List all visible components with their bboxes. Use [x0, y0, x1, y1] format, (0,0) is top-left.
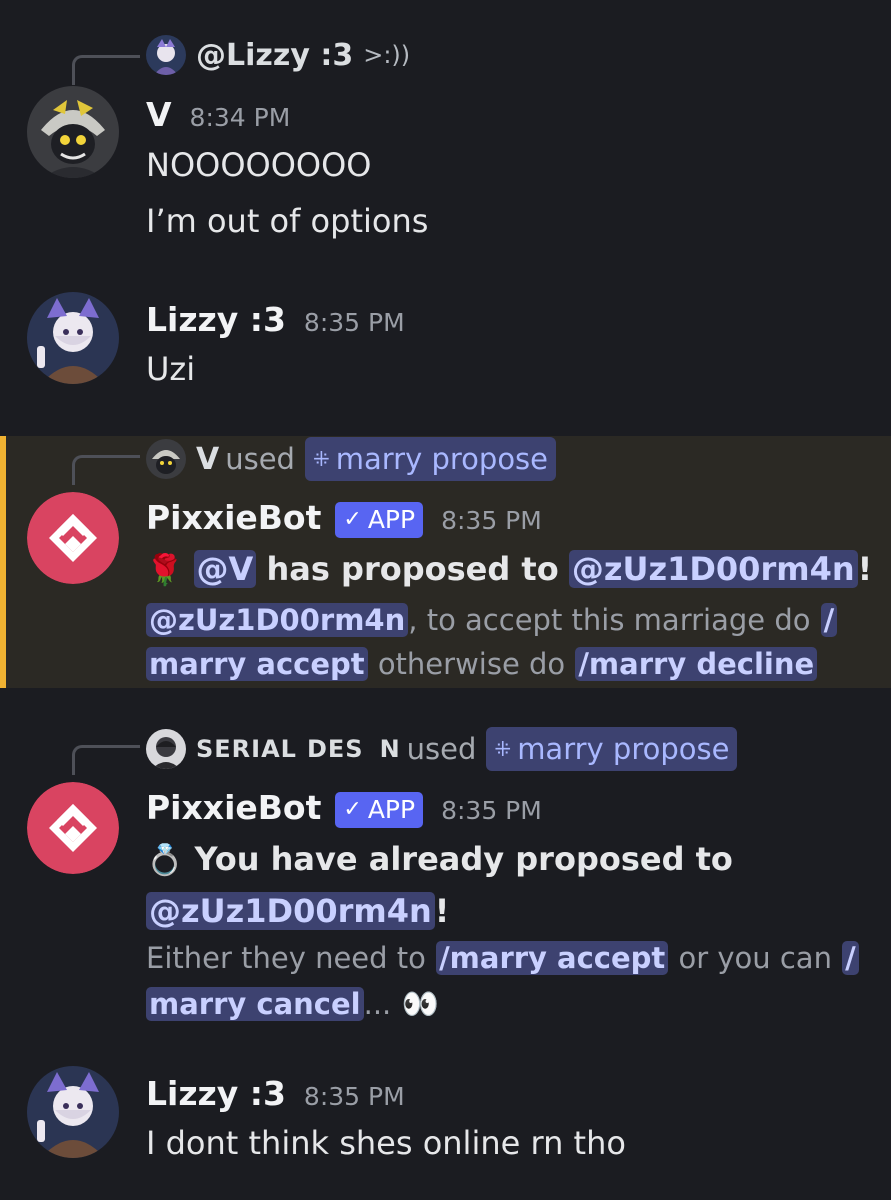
slash-command[interactable]: /marry accept — [436, 941, 669, 975]
user-mention[interactable]: @zUz1D00rm4n — [146, 892, 435, 930]
message-v[interactable]: @Lizzy :3 >:)) V 8:34 PM NOOOOOOOO I’m o… — [0, 0, 891, 260]
reply-text: >:)) — [363, 41, 411, 69]
already-text: You have already proposed to — [194, 840, 733, 878]
either-text: Either they need to — [146, 941, 426, 975]
message-header: PixxieBot ✓ APP 8:35 PM — [146, 788, 542, 831]
reply-author[interactable]: @Lizzy :3 — [196, 38, 353, 73]
eyes-emoji: 👀 — [401, 987, 439, 1022]
pixxiebot-avatar[interactable] — [27, 782, 119, 874]
checkmark-icon: ✓ — [343, 797, 362, 822]
message-line: 💍 You have already proposed to — [146, 840, 733, 878]
interaction-preview[interactable]: SERIAL DES N used ⁜ marry propose — [146, 726, 738, 772]
interaction-user-part[interactable]: DES — [307, 735, 364, 763]
message-line: Uzi — [146, 350, 196, 388]
message-header: Lizzy :3 8:35 PM — [146, 1074, 405, 1113]
author-name[interactable]: PixxieBot — [146, 498, 321, 537]
message-line: I’m out of options — [146, 202, 429, 240]
message-header: Lizzy :3 8:35 PM — [146, 300, 405, 339]
exclaim: ! — [857, 550, 873, 588]
timestamp: 8:35 PM — [303, 1082, 405, 1111]
pixxiebot-avatar[interactable] — [27, 492, 119, 584]
timestamp: 8:34 PM — [189, 103, 291, 132]
command-name: marry propose — [335, 442, 549, 476]
lizzy-avatar[interactable] — [27, 292, 119, 384]
user-mention[interactable]: @zUz1D00rm4n — [568, 550, 858, 588]
slash-command-icon: ⁜ — [494, 737, 512, 761]
slash-command[interactable]: marry cancel — [146, 987, 364, 1021]
ellipsis: ... — [363, 987, 392, 1021]
rose-emoji: 🌹 — [146, 553, 184, 588]
serial-mini-avatar[interactable] — [146, 729, 186, 769]
chat-log: @Lizzy :3 >:)) V 8:34 PM NOOOOOOOO I’m o… — [0, 0, 891, 1200]
author-name[interactable]: V — [146, 95, 172, 134]
interaction-user[interactable]: SERIAL — [196, 735, 297, 763]
message-line: @zUz1D00rm4n! — [146, 892, 449, 930]
timestamp: 8:35 PM — [441, 506, 542, 535]
message-line: Either they need to /marry accept or you… — [146, 938, 859, 976]
ring-emoji: 💍 — [146, 843, 184, 878]
message-header: PixxieBot ✓ APP 8:35 PM — [146, 498, 542, 541]
interaction-user-part[interactable]: N — [380, 735, 401, 763]
checkmark-icon: ✓ — [343, 507, 362, 532]
message-line: NOOOOOOOO — [146, 146, 372, 184]
app-badge-label: APP — [367, 505, 416, 534]
author-name[interactable]: Lizzy :3 — [146, 300, 286, 339]
interaction-user[interactable]: V — [196, 442, 219, 477]
slash-command[interactable]: /marry decline — [575, 647, 818, 681]
v-avatar[interactable] — [27, 86, 119, 178]
message-pixxiebot-already[interactable]: SERIAL DES N used ⁜ marry propose Pixxie… — [0, 726, 891, 1026]
user-mention[interactable]: @zUz1D00rm4n — [146, 603, 409, 637]
slash-command[interactable]: / — [842, 941, 859, 975]
app-badge: ✓ APP — [335, 501, 424, 538]
command-name: marry propose — [517, 732, 730, 766]
interaction-used-label: used — [225, 442, 295, 476]
message-lizzy[interactable]: Lizzy :3 8:35 PM Uzi — [0, 280, 891, 420]
slash-command-icon: ⁜ — [312, 447, 330, 471]
slash-command[interactable]: / — [820, 603, 838, 637]
author-name[interactable]: PixxieBot — [146, 788, 321, 827]
message-pixxiebot-propose[interactable]: V used ⁜ marry propose PixxieBot ✓ APP 8… — [0, 436, 891, 688]
author-name[interactable]: Lizzy :3 — [146, 1074, 286, 1113]
message-header: V 8:34 PM — [146, 95, 290, 134]
exclaim: ! — [434, 892, 450, 930]
reply-connector — [72, 455, 140, 485]
command-pill[interactable]: ⁜ marry propose — [486, 727, 738, 771]
timestamp: 8:35 PM — [303, 308, 405, 337]
proposal-text: has proposed to — [266, 550, 559, 588]
message-line: marry cancel... 👀 — [146, 984, 439, 1022]
slash-command[interactable]: marry accept — [146, 647, 368, 681]
otherwise-text: otherwise do — [377, 647, 566, 681]
message-line: marry accept otherwise do /marry decline — [146, 644, 818, 682]
reply-preview[interactable]: @Lizzy :3 >:)) — [146, 32, 410, 78]
interaction-preview[interactable]: V used ⁜ marry propose — [146, 436, 557, 482]
interaction-used-label: used — [406, 732, 477, 766]
user-mention[interactable]: @V — [193, 550, 257, 588]
message-line: 🌹 @V has proposed to @zUz1D00rm4n! — [146, 550, 872, 588]
command-pill[interactable]: ⁜ marry propose — [304, 437, 557, 481]
lizzy-mini-avatar[interactable] — [146, 35, 186, 75]
reply-connector — [72, 745, 140, 775]
or-text: or you can — [678, 941, 832, 975]
accept-text: , to accept this marriage do — [408, 603, 811, 637]
reply-connector — [72, 55, 140, 85]
v-mini-avatar[interactable] — [146, 439, 186, 479]
app-badge: ✓ APP — [335, 791, 424, 828]
timestamp: 8:35 PM — [441, 796, 542, 825]
message-lizzy[interactable]: Lizzy :3 8:35 PM I dont think shes onlin… — [0, 1058, 891, 1200]
message-line: @zUz1D00rm4n, to accept this marriage do… — [146, 600, 838, 638]
message-line: I dont think shes online rn tho — [146, 1124, 626, 1162]
lizzy-avatar[interactable] — [27, 1066, 119, 1158]
app-badge-label: APP — [367, 795, 416, 824]
